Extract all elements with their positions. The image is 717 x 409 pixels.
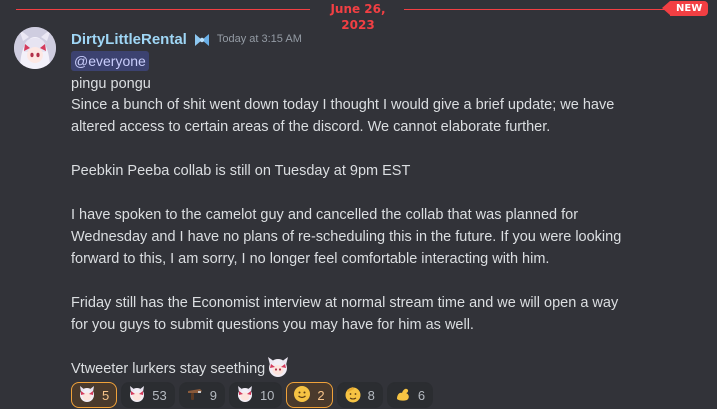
reaction-button[interactable]: 53: [121, 382, 175, 408]
reaction-count: 5: [102, 387, 110, 403]
reaction-count: 53: [152, 387, 167, 403]
message-line-text: Vtweeter lurkers stay seething: [71, 361, 266, 377]
message-line: for you guys to submit questions you may…: [71, 317, 474, 333]
reaction-count: 10: [259, 387, 275, 403]
author-name[interactable]: DirtyLittleRental: [71, 31, 187, 48]
message-line: Friday still has the Economist interview…: [71, 295, 619, 311]
reaction-button[interactable]: 5: [71, 382, 118, 408]
avatar-image: [14, 27, 56, 69]
date-divider: June 26, 2023 NEW: [0, 0, 717, 32]
reaction-count: 9: [209, 387, 217, 403]
reaction-button[interactable]: 2: [286, 382, 333, 408]
flexed-biceps-emoji-icon: [394, 385, 412, 406]
divider-line-left: [16, 9, 310, 10]
character-emoji-icon: [78, 385, 96, 406]
reaction-button[interactable]: 10: [228, 382, 283, 408]
ribbon-icon: [193, 32, 211, 46]
new-messages-badge[interactable]: NEW: [661, 1, 709, 16]
everyone-mention[interactable]: @everyone: [71, 51, 149, 71]
reaction-count: 2: [317, 387, 325, 403]
message-line: Since a bunch of shit went down today I …: [71, 97, 615, 113]
message-line: altered access to certain areas of the d…: [71, 119, 551, 135]
weapon-emoji-icon: [186, 385, 204, 406]
message-line-last: Vtweeter lurkers stay seething: [71, 356, 289, 380]
character-emoji-icon: [128, 385, 146, 406]
character-emoji-icon: [236, 385, 254, 406]
divider-date: June 26, 2023: [330, 2, 386, 32]
message-line: I have spoken to the camelot guy and can…: [71, 207, 579, 223]
reaction-bar: 5 53 9 10 2 8 6: [71, 382, 434, 408]
message-line: pingu pongu: [71, 76, 151, 92]
reaction-button[interactable]: 8: [336, 382, 383, 408]
message-header: DirtyLittleRental Today at 3:15 AM: [71, 29, 302, 49]
message-line: forward to this, I am sorry, I no longer…: [71, 251, 550, 267]
reaction-button[interactable]: 9: [178, 382, 225, 408]
avatar[interactable]: [14, 27, 56, 69]
custom-character-emoji-icon[interactable]: [267, 356, 289, 378]
message-line: Wednesday and I have no plans of re-sche…: [71, 229, 622, 245]
reaction-count: 6: [417, 387, 426, 403]
message-line: Peebkin Peeba collab is still on Tuesday…: [71, 163, 411, 179]
reaction-button[interactable]: 6: [386, 382, 434, 408]
smiling-face-emoji-icon: [293, 385, 311, 406]
reaction-count: 8: [367, 387, 375, 403]
saluting-face-emoji-icon: [344, 385, 362, 406]
divider-line-right: [404, 9, 670, 10]
message-timestamp[interactable]: Today at 3:15 AM: [217, 33, 302, 45]
